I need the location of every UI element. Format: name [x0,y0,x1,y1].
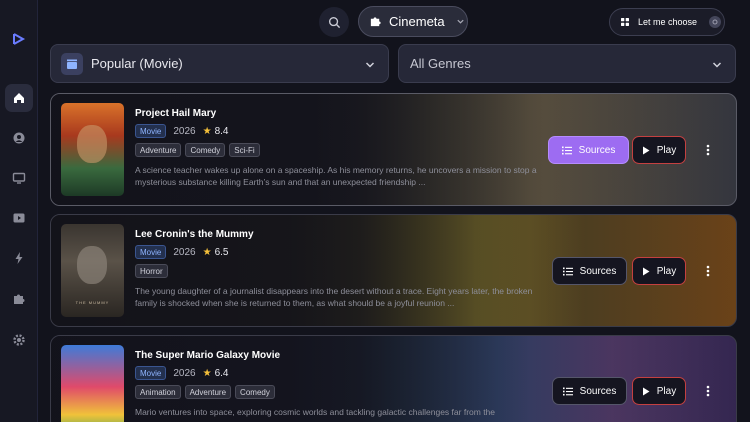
sources-button[interactable]: Sources [552,257,627,285]
movie-card[interactable]: Project Hail Mary Movie 2026 ★ 8.4 Advent… [50,93,737,206]
star-icon: ★ [202,367,212,379]
addon-selector[interactable]: Cinemeta [358,6,468,37]
movie-description: The young daughter of a journalist disap… [135,286,533,308]
category-select-value: Popular (Movie) [91,56,183,71]
movie-title[interactable]: Lee Cronin's the Mummy [135,229,555,240]
star-icon: ★ [202,125,212,137]
play-button[interactable]: Play [632,257,686,285]
movie-card[interactable]: The Super Mario Galaxy Movie Movie 2026 … [50,335,737,422]
puzzle-icon [14,294,25,304]
let-me-choose-label: Let me choose [638,17,698,27]
tv-icon [12,172,26,184]
video-icon [13,213,25,223]
more-vertical-icon [706,265,710,277]
movie-year: 2026 [173,367,196,379]
more-vertical-icon [706,144,710,156]
movie-title[interactable]: Project Hail Mary [135,108,555,119]
genre-tag: Comedy [185,143,226,157]
sources-label: Sources [579,385,617,397]
sidebar-item-discover[interactable] [5,124,33,152]
bolt-icon [15,252,23,264]
play-label: Play [656,385,677,397]
play-icon [642,387,650,395]
search-button[interactable] [319,7,349,37]
more-options-button[interactable] [701,377,715,405]
list-icon [562,387,573,395]
play-button[interactable]: Play [632,377,686,405]
more-vertical-icon [706,385,710,397]
genre-select-value: All Genres [410,56,471,71]
home-icon [14,93,24,103]
movie-year: 2026 [173,246,196,258]
movie-poster[interactable] [61,103,124,196]
movie-poster[interactable] [61,345,124,422]
type-badge: Movie [135,124,167,138]
chevron-down-icon [365,62,375,68]
sources-label: Sources [578,144,616,156]
chevron-down-icon [457,19,464,24]
let-me-choose-button[interactable]: Let me choose [609,8,725,36]
sidebar-item-bolt[interactable] [5,244,33,272]
type-badge: Movie [135,366,167,380]
play-icon [642,146,650,154]
sidebar-item-video[interactable] [5,204,33,232]
sources-button[interactable]: Sources [548,136,629,164]
list-icon [562,267,573,275]
type-badge: Movie [135,245,167,259]
genre-tag: Horror [135,264,168,278]
movie-rating: ★ 6.4 [203,368,229,379]
rating-value: 8.4 [214,125,229,137]
sidebar-item-home[interactable] [5,84,33,112]
movie-poster[interactable]: THE MUMMY [61,224,124,317]
more-options-button[interactable] [701,257,715,285]
sidebar [0,0,38,422]
movie-description: A science teacher wakes up alone on a sp… [135,165,537,187]
gear-icon [13,334,25,346]
genre-tag: Sci-Fi [229,143,260,157]
rating-value: 6.5 [214,246,229,258]
clapperboard-icon [61,52,83,75]
genre-tag: Adventure [135,143,182,157]
genre-tag: Comedy [235,385,275,399]
sources-button[interactable]: Sources [552,377,627,405]
genre-tag: Adventure [184,385,232,399]
movie-description: Mario ventures into space, exploring cos… [135,407,496,417]
discover-icon [13,132,25,144]
movie-year: 2026 [173,125,196,137]
search-icon [328,16,340,28]
star-icon: ★ [202,246,212,258]
toggle-indicator-icon [709,16,722,28]
addon-label: Cinemeta [389,14,445,29]
sources-label: Sources [579,265,617,277]
genre-tag: Animation [135,385,181,399]
movie-card[interactable]: THE MUMMY Lee Cronin's the Mummy Movie 2… [50,214,737,327]
play-label: Play [656,144,677,156]
chevron-down-icon [712,62,722,68]
list-icon [561,146,572,154]
category-select[interactable]: Popular (Movie) [50,44,389,83]
sidebar-item-settings[interactable] [5,326,33,354]
movie-rating: ★ 8.4 [203,126,229,137]
more-options-button[interactable] [701,136,715,164]
sidebar-item-tv[interactable] [5,164,33,192]
play-button[interactable]: Play [632,136,686,164]
app-logo-icon[interactable] [12,32,26,46]
poster-title-text: THE MUMMY [75,300,110,305]
sidebar-item-addons[interactable] [5,285,33,313]
movie-rating: ★ 6.5 [203,247,229,258]
grid-icon [621,18,629,26]
movie-title[interactable]: The Super Mario Galaxy Movie [135,350,555,361]
play-label: Play [656,265,677,277]
puzzle-icon [370,17,381,27]
rating-value: 6.4 [214,367,229,379]
play-icon [642,267,650,275]
genre-select[interactable]: All Genres [398,44,736,83]
